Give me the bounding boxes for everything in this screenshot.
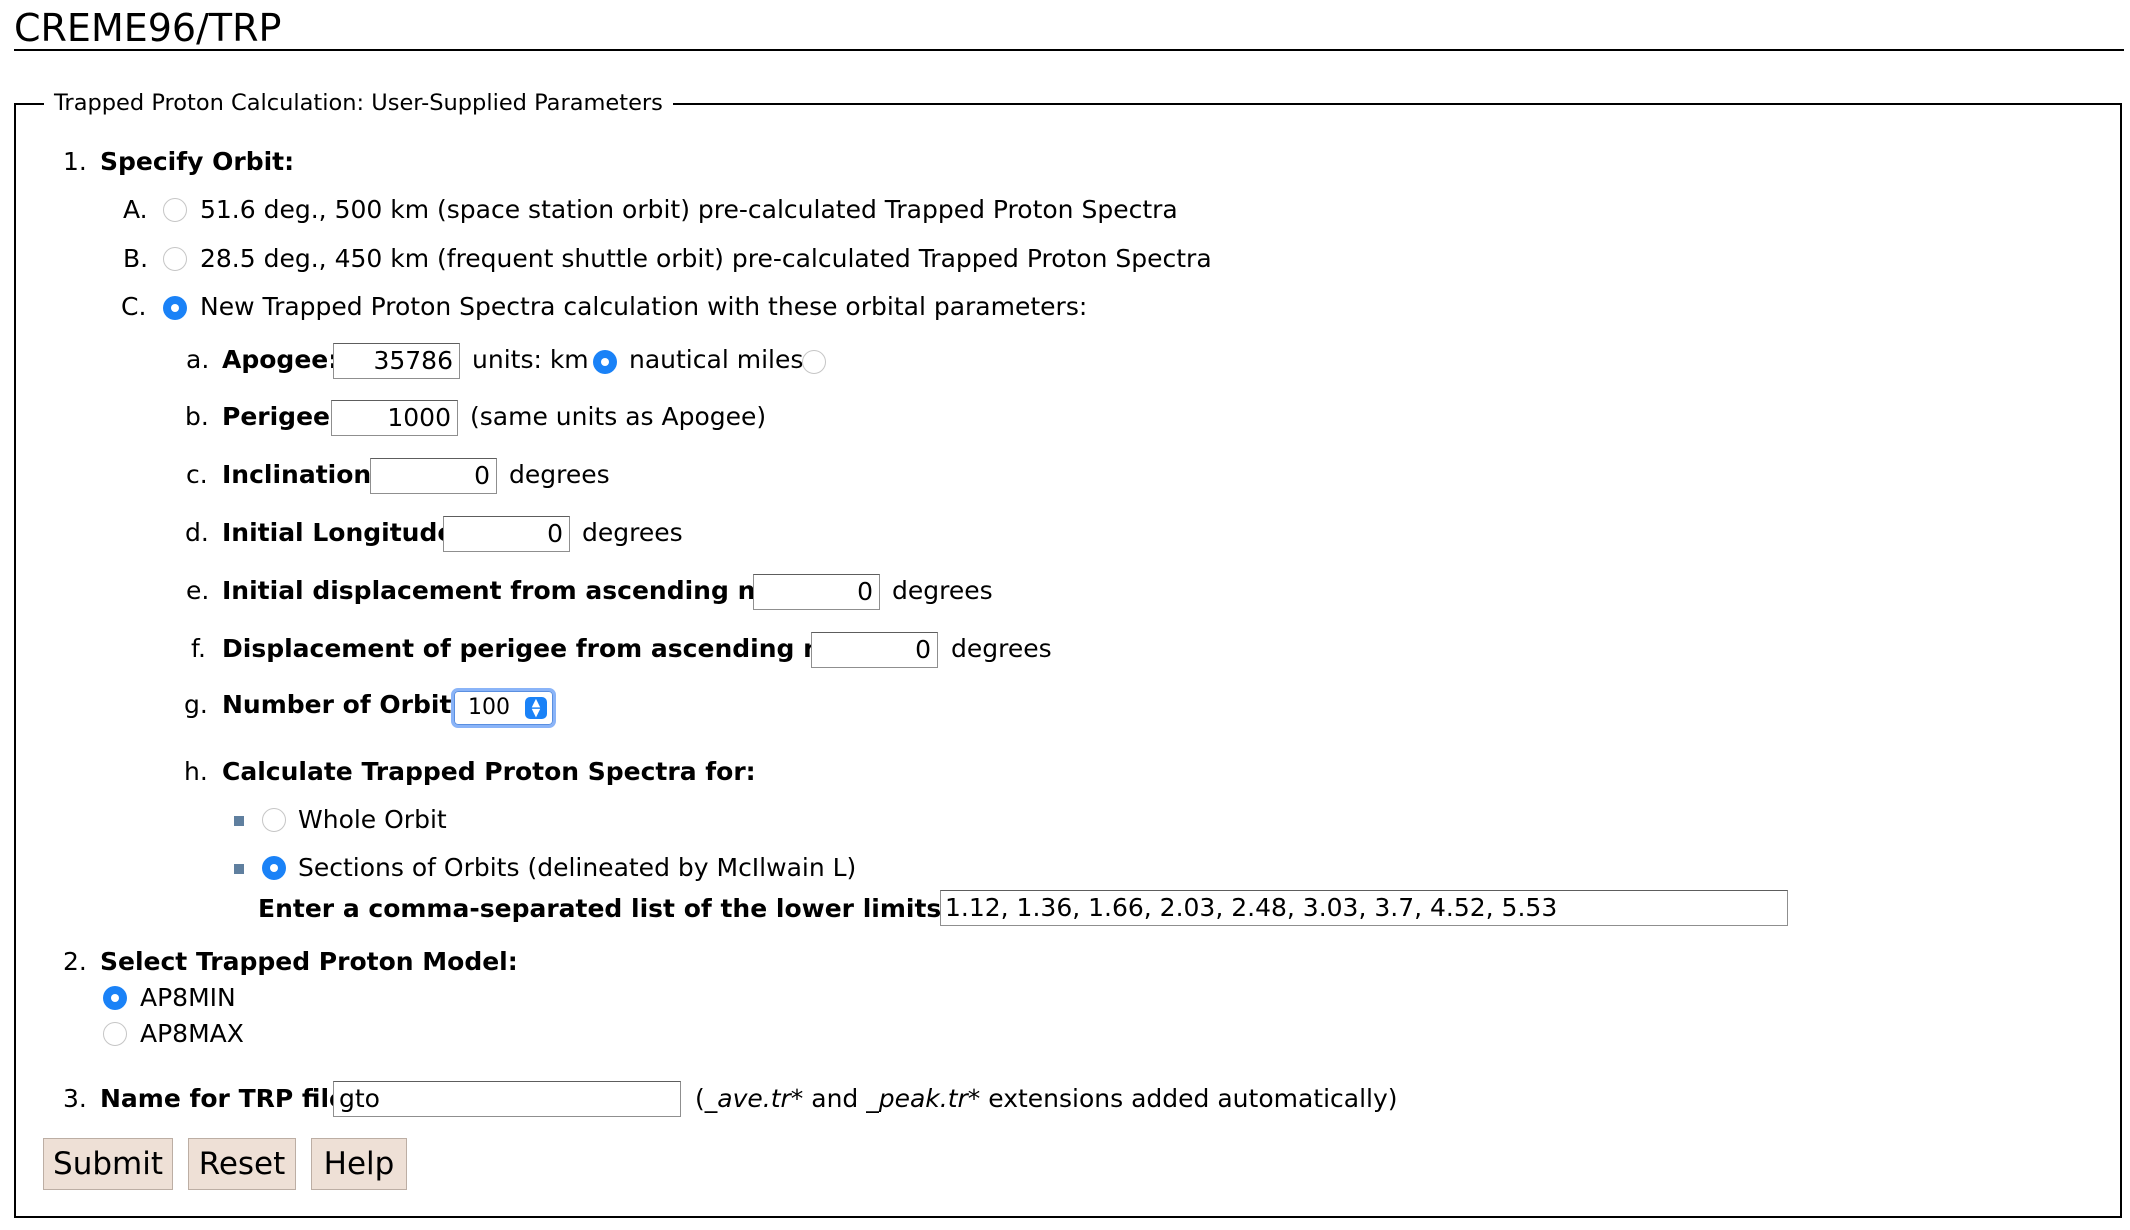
option-b-letter: B. — [123, 244, 149, 273]
orbit-option-b-label: 28.5 deg., 450 km (frequent shuttle orbi… — [200, 244, 1212, 273]
extension-peak: _peak.tr* — [866, 1084, 981, 1113]
select-arrows-icon: ▲ ▼ — [525, 697, 547, 719]
orbit-option-a-label: 51.6 deg., 500 km (space station orbit) … — [200, 195, 1178, 224]
submit-button[interactable]: Submit — [43, 1138, 173, 1190]
param-f-letter: f. — [191, 634, 206, 663]
inclination-input[interactable]: 0 — [370, 458, 497, 494]
title-divider — [14, 49, 2124, 51]
number-of-orbits-label: Number of Orbits — [222, 690, 467, 719]
orbit-option-c-radio[interactable] — [163, 296, 187, 320]
orbit-sections-label: Sections of Orbits (delineated by McIlwa… — [298, 853, 857, 882]
units-nautical-miles-label: nautical miles — [629, 345, 804, 374]
initial-displacement-label: Initial displacement from ascending node… — [222, 576, 818, 605]
param-d-letter: d. — [185, 518, 209, 547]
initial-displacement-input[interactable]: 0 — [753, 574, 880, 610]
l-limits-input[interactable]: 1.12, 1.36, 1.66, 2.03, 2.48, 3.03, 3.7,… — [940, 890, 1788, 926]
calculate-for-label: Calculate Trapped Proton Spectra for: — [222, 757, 756, 786]
option-c-letter: C. — [121, 292, 147, 321]
trp-filename-input[interactable]: gto — [333, 1081, 681, 1117]
fieldset-legend: Trapped Proton Calculation: User-Supplie… — [44, 86, 673, 120]
page-title: CREME96/TRP — [14, 6, 282, 50]
initial-longitude-units: degrees — [582, 518, 683, 547]
orbit-option-a-radio[interactable] — [163, 198, 187, 222]
units-nautical-miles-radio[interactable] — [802, 350, 826, 374]
step1-number: 1. — [63, 147, 87, 176]
perigee-units-note: (same units as Apogee) — [470, 402, 767, 431]
initial-longitude-label: Initial Longitude: — [222, 518, 465, 547]
initial-longitude-input[interactable]: 0 — [443, 516, 570, 552]
number-of-orbits-select[interactable]: 100 ▲ ▼ — [451, 688, 556, 728]
extension-note-and: and — [803, 1084, 867, 1113]
number-of-orbits-value: 100 — [468, 695, 510, 720]
square-bullet-icon — [234, 816, 244, 826]
model-ap8min-label: AP8MIN — [140, 983, 236, 1012]
param-e-letter: e. — [186, 576, 210, 605]
param-g-letter: g. — [184, 690, 208, 719]
perigee-label: Perigee: — [222, 402, 340, 431]
orbit-option-b-radio[interactable] — [163, 247, 187, 271]
help-button[interactable]: Help — [311, 1138, 407, 1190]
units-km-radio[interactable] — [593, 350, 617, 374]
perigee-displacement-input[interactable]: 0 — [811, 632, 938, 668]
param-h-letter: h. — [184, 757, 208, 786]
apogee-input[interactable]: 35786 — [333, 343, 460, 379]
l-limits-label: Enter a comma-separated list of the lowe… — [258, 894, 1020, 923]
apogee-label: Apogee: — [222, 345, 339, 374]
whole-orbit-label: Whole Orbit — [298, 805, 447, 834]
model-ap8max-label: AP8MAX — [140, 1019, 244, 1048]
model-ap8max-radio[interactable] — [103, 1022, 127, 1046]
step2-number: 2. — [63, 947, 87, 976]
extension-note-open: ( — [695, 1084, 705, 1113]
inclination-units: degrees — [509, 460, 610, 489]
trp-filename-label: Name for TRP file: — [100, 1084, 356, 1113]
extension-note: (_ave.tr* and _peak.tr* extensions added… — [695, 1082, 1398, 1116]
param-c-letter: c. — [186, 460, 208, 489]
perigee-input[interactable]: 1000 — [331, 400, 458, 436]
orbit-option-c-label: New Trapped Proton Spectra calculation w… — [200, 292, 1088, 321]
perigee-displacement-label: Displacement of perigee from ascending n… — [222, 634, 883, 663]
param-a-letter: a. — [186, 345, 210, 374]
apogee-units-label: units: km — [472, 345, 589, 374]
whole-orbit-radio[interactable] — [262, 808, 286, 832]
model-ap8min-radio[interactable] — [103, 986, 127, 1010]
reset-button[interactable]: Reset — [188, 1138, 296, 1190]
extension-ave: _ave.tr* — [704, 1084, 804, 1113]
step3-number: 3. — [63, 1084, 87, 1113]
param-b-letter: b. — [185, 402, 209, 431]
perigee-displacement-units: degrees — [951, 634, 1052, 663]
square-bullet-icon — [234, 864, 244, 874]
step2-heading: Select Trapped Proton Model: — [100, 947, 518, 976]
inclination-label: Inclination: — [222, 460, 382, 489]
initial-displacement-units: degrees — [892, 576, 993, 605]
extension-note-end: extensions added automatically) — [980, 1084, 1398, 1113]
option-a-letter: A. — [123, 195, 148, 224]
step1-heading: Specify Orbit: — [100, 147, 295, 176]
orbit-sections-radio[interactable] — [262, 856, 286, 880]
